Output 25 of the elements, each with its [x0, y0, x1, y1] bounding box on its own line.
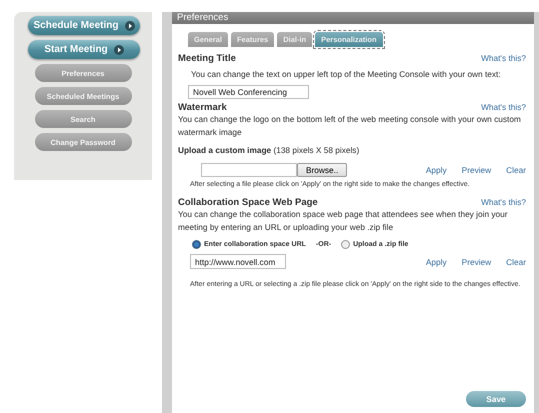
description: You can change the logo on the bottom left of the web meeting console with your own custom watermark image	[178, 113, 522, 139]
sidebar-button[interactable]: Schedule Meeting	[28, 16, 140, 35]
section-heading: Collaboration Space Web Page	[178, 197, 318, 208]
action-link[interactable]: Apply	[426, 256, 447, 266]
section-heading: Watermark	[178, 102, 227, 113]
action-link[interactable]: Clear	[506, 165, 526, 175]
upload-label: Upload a custom image (138 pixels X 58 pixels)	[178, 144, 360, 157]
help-link[interactable]: What's this?	[481, 197, 526, 207]
radio-button[interactable]	[192, 240, 201, 249]
url-input[interactable]: http://www.novell.com	[190, 254, 286, 269]
description: You can change the text on upper left top of the Meeting Console with your own text:	[191, 68, 502, 81]
section-heading: Meeting Title	[178, 53, 236, 64]
browse-button[interactable]: Browse..	[297, 163, 348, 177]
radio-button[interactable]	[341, 240, 350, 249]
help-link[interactable]: What's this?	[481, 53, 526, 63]
action-link[interactable]: Clear	[506, 256, 526, 266]
action-link[interactable]: Apply	[426, 165, 447, 175]
action-link[interactable]: Preview	[462, 165, 492, 175]
sidebar-button[interactable]: Start Meeting	[28, 40, 140, 59]
title-input[interactable]: Novell Web Conferencing	[188, 85, 309, 99]
file-input[interactable]	[201, 163, 297, 177]
help-link[interactable]: What's this?	[481, 102, 526, 112]
action-link[interactable]: Preview	[462, 256, 492, 266]
panel-title: Preferences	[172, 12, 534, 24]
description: You can change the collaboration space web page that attendees see when they join your meeting by entering an URL or uploading your web .zip file	[178, 208, 509, 234]
